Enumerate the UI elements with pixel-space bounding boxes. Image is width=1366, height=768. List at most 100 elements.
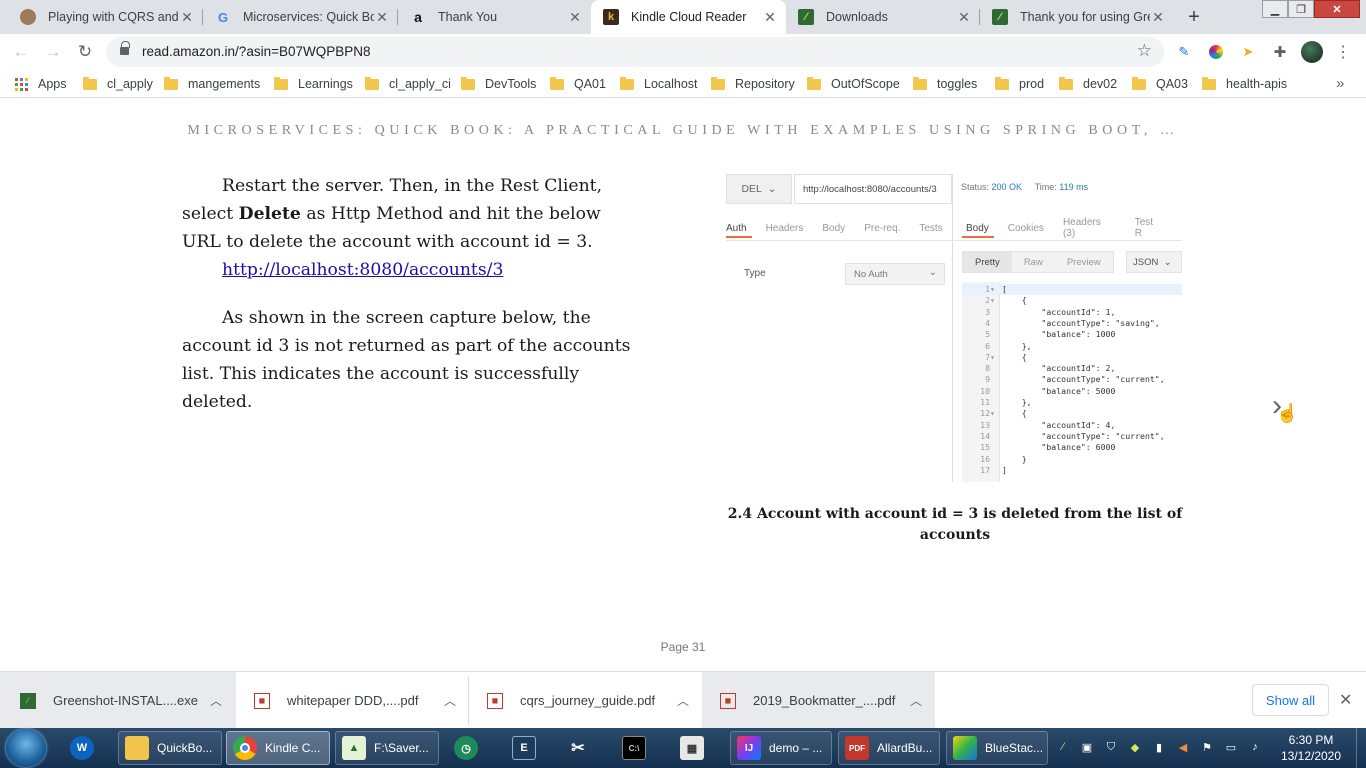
bookmark-folder[interactable]: DevTools [461,76,536,92]
close-icon[interactable]: ✕ [1339,690,1352,710]
window-close-button[interactable]: ✕ [1314,0,1360,18]
close-icon[interactable]: ✕ [374,9,390,25]
close-icon[interactable]: ✕ [567,9,583,25]
close-icon[interactable]: ✕ [956,9,972,25]
taskbar-pinned-app[interactable]: W [64,731,108,765]
download-item[interactable]: ◼ 2019_Bookmatter_....pdf ︿ [702,672,935,729]
puzzle-extensions-icon[interactable]: ✚ [1271,43,1289,61]
download-item[interactable]: ◼ whitepaper DDD,....pdf ︿ [236,672,469,729]
download-item[interactable]: ⁄ Greenshot-INSTAL....exe ︿ [0,672,236,729]
tab-auth: Auth [726,222,747,234]
json-format-select: JSON ⌄ [1126,251,1182,273]
bookmark-folder[interactable]: Repository [711,76,795,92]
taskbar-item[interactable]: PDF AllardBu... [838,731,940,765]
code-text: }, [1002,397,1032,407]
chrome-icon [233,736,257,760]
bookmark-folder[interactable]: health-apis [1202,76,1287,92]
color-wheel-extension-icon[interactable] [1207,43,1225,61]
minimize-button[interactable]: ▁ [1262,0,1288,18]
show-all-button[interactable]: Show all [1252,684,1329,716]
greenshot-tray-icon[interactable]: ⁄ [1055,739,1071,755]
bookmark-folder[interactable]: dev02 [1059,76,1117,92]
taskbar-item[interactable]: ▲ F:\Saver... [335,731,439,765]
url-text[interactable]: read.amazon.in/?asin=B07WQPBPN8 [142,44,371,59]
delete-url-link[interactable]: http://localhost:8080/accounts/3 [222,260,503,280]
bluestacks-tray-icon[interactable]: ◆ [1127,739,1143,755]
speaker-muted-icon[interactable]: ◀ [1175,739,1191,755]
bookmark-folder[interactable]: toggles [913,76,977,92]
close-icon[interactable]: ✕ [1150,9,1166,25]
network-icon[interactable]: ▭ [1223,739,1239,755]
code-line: 13 "accountId": 4, [962,420,1182,431]
download-item[interactable]: ◼ cqrs_journey_guide.pdf ︿ [469,672,702,729]
folder-icon [83,76,97,90]
code-line: 1▾ [ [962,284,1182,296]
bookmark-folder[interactable]: prod [995,76,1044,92]
bookmark-folder[interactable]: cl_apply_ci [365,76,451,92]
taskbar-item[interactable]: IJ demo – ... [730,731,832,765]
bookmark-folder[interactable]: QA01 [550,76,606,92]
show-desktop-button[interactable] [1356,728,1366,768]
network-bars-icon[interactable]: ▮ [1151,739,1167,755]
arrow-extension-icon[interactable]: ➤ [1239,43,1257,61]
tab-greenshot-thanks[interactable]: ⁄ Thank you for using Gree ✕ [980,0,1174,34]
action-center-flag-icon[interactable]: ⚑ [1199,739,1215,755]
bookmark-folder[interactable]: mangements [164,76,260,92]
security-shield-icon[interactable]: ⛉ [1103,739,1119,755]
download-filename: whitepaper DDD,....pdf [287,693,419,708]
bookmark-apps[interactable]: Apps [15,76,67,92]
close-icon[interactable]: ✕ [762,9,778,25]
code-line: 4 "accountType": "saving", [962,318,1182,329]
tray-app-icon[interactable]: ▣ [1079,739,1095,755]
taskbar-pinned-app[interactable]: ✂ [560,731,604,765]
taskbar-pinned-app[interactable]: ▦ [674,731,718,765]
paragraph-account-deleted: As shown in the screen capture below, th… [182,304,634,416]
chevron-up-icon[interactable]: ︿ [677,692,689,709]
bookmark-folder[interactable]: cl_apply [83,76,153,92]
start-button[interactable] [6,729,46,767]
response-format-tabs: Pretty Raw Preview [962,251,1114,273]
page-number: Page 31 [660,640,706,654]
folder-icon [461,76,475,90]
back-button[interactable]: ← [8,39,34,65]
line-number: 17 [980,464,990,475]
chevron-up-icon[interactable]: ︿ [910,692,922,709]
code-line: 6 }, [962,341,1182,352]
folder-icon [125,736,149,760]
bookmark-label: prod [1019,77,1045,91]
bookmark-folder[interactable]: QA03 [1132,76,1188,92]
tab-cqrs[interactable]: Playing with CQRS and E ✕ [8,0,203,34]
bookmark-folder[interactable]: Localhost [620,76,698,92]
bookmark-star-icon[interactable]: ☆ [1137,41,1152,61]
volume-icon[interactable]: ♪ [1247,739,1263,755]
address-bar[interactable]: read.amazon.in/?asin=B07WQPBPN8 ☆ [106,37,1164,67]
reload-button[interactable]: ↻ [72,39,98,65]
bookmark-folder[interactable]: Learnings [274,76,353,92]
taskbar-item-chrome[interactable]: Kindle C... [226,731,330,765]
chevron-up-icon[interactable]: ︿ [444,692,456,709]
taskbar-item[interactable]: QuickBo... [118,731,222,765]
close-icon[interactable]: ✕ [179,9,195,25]
taskbar-clock[interactable]: 6:30 PM 13/12/2020 [1276,732,1346,764]
maximize-button[interactable]: ❐ [1288,0,1314,18]
chevron-up-icon[interactable]: ︿ [210,692,222,709]
eyedropper-extension-icon[interactable]: ✎ [1175,43,1193,61]
taskbar-label: Kindle C... [265,741,321,755]
forward-button[interactable]: → [40,39,66,65]
taskbar-item[interactable]: BlueStac... [946,731,1048,765]
taskbar-pinned-app[interactable]: ◷ [448,731,492,765]
tab-microservices-google[interactable]: G Microservices: Quick Boo ✕ [203,0,398,34]
bookmarks-overflow-chevron-icon[interactable]: » [1336,75,1344,92]
tab-downloads[interactable]: ⁄ Downloads ✕ [786,0,980,34]
profile-avatar[interactable] [1301,41,1323,63]
tab-thank-you[interactable]: a Thank You ✕ [398,0,591,34]
taskbar-pinned-app[interactable]: C:\ [616,731,660,765]
menu-dots-icon[interactable]: ⋮ [1335,42,1351,62]
pdf-icon: ◼ [487,692,503,709]
taskbar-pinned-app[interactable]: E [506,731,550,765]
tab-kindle-cloud-reader[interactable]: k Kindle Cloud Reader ✕ [591,0,786,34]
format-pretty: Pretty [963,252,1012,272]
bookmark-folder[interactable]: OutOfScope [807,76,900,92]
bookmark-label: QA03 [1156,77,1188,91]
new-tab-button[interactable]: + [1182,5,1206,29]
